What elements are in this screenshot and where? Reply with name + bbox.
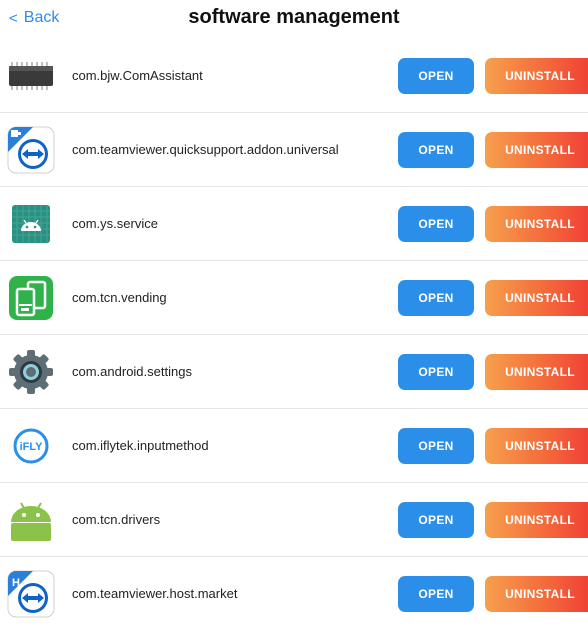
package-name: com.tcn.vending [72,290,167,305]
uninstall-button[interactable]: UNINSTALL [485,206,588,242]
ifly-icon: iFLY [7,422,55,470]
chip-icon [7,52,55,100]
app-row: com.tcn.drivers OPEN UNINSTALL [0,483,588,557]
app-row: com.bjw.ComAssistant OPEN UNINSTALL [0,39,588,113]
gear-icon [7,348,55,396]
app-row: com.android.settings OPEN UNINSTALL [0,335,588,409]
teamviewer-addon-icon [7,126,55,174]
uninstall-button[interactable]: UNINSTALL [485,132,588,168]
open-button[interactable]: OPEN [398,206,474,242]
header: < Back software management [0,0,588,36]
page-title: software management [188,6,400,28]
open-button[interactable]: OPEN [398,58,474,94]
app-row: com.ys.service OPEN UNINSTALL [0,187,588,261]
android-robot-icon [7,496,55,544]
package-name: com.ys.service [72,216,158,231]
package-name: com.android.settings [72,364,192,379]
app-row: H com.teamviewer.host.market OPEN UNINST… [0,557,588,631]
package-name: com.bjw.ComAssistant [72,68,203,83]
open-button[interactable]: OPEN [398,280,474,316]
uninstall-button[interactable]: UNINSTALL [485,502,588,538]
app-list: com.bjw.ComAssistant OPEN UNINSTALL com.… [0,39,588,631]
open-button[interactable]: OPEN [398,354,474,390]
app-row: com.teamviewer.quicksupport.addon.univer… [0,113,588,187]
uninstall-button[interactable]: UNINSTALL [485,576,588,612]
package-name: com.iflytek.inputmethod [72,438,209,453]
teamviewer-host-icon: H [7,570,55,618]
android-tile-icon [7,200,55,248]
open-button[interactable]: OPEN [398,502,474,538]
package-name: com.tcn.drivers [72,512,161,527]
open-button[interactable]: OPEN [398,132,474,168]
vending-icon [7,274,55,322]
package-name: com.teamviewer.quicksupport.addon.univer… [72,142,339,157]
package-name: com.teamviewer.host.market [72,586,238,601]
uninstall-button[interactable]: UNINSTALL [485,428,588,464]
open-button[interactable]: OPEN [398,428,474,464]
uninstall-button[interactable]: UNINSTALL [485,354,588,390]
uninstall-button[interactable]: UNINSTALL [485,58,588,94]
open-button[interactable]: OPEN [398,576,474,612]
uninstall-button[interactable]: UNINSTALL [485,280,588,316]
app-row: com.tcn.vending OPEN UNINSTALL [0,261,588,335]
app-row: iFLY com.iflytek.inputmethod OPEN UNINST… [0,409,588,483]
svg-text:iFLY: iFLY [20,441,43,453]
svg-text:H: H [12,577,20,589]
